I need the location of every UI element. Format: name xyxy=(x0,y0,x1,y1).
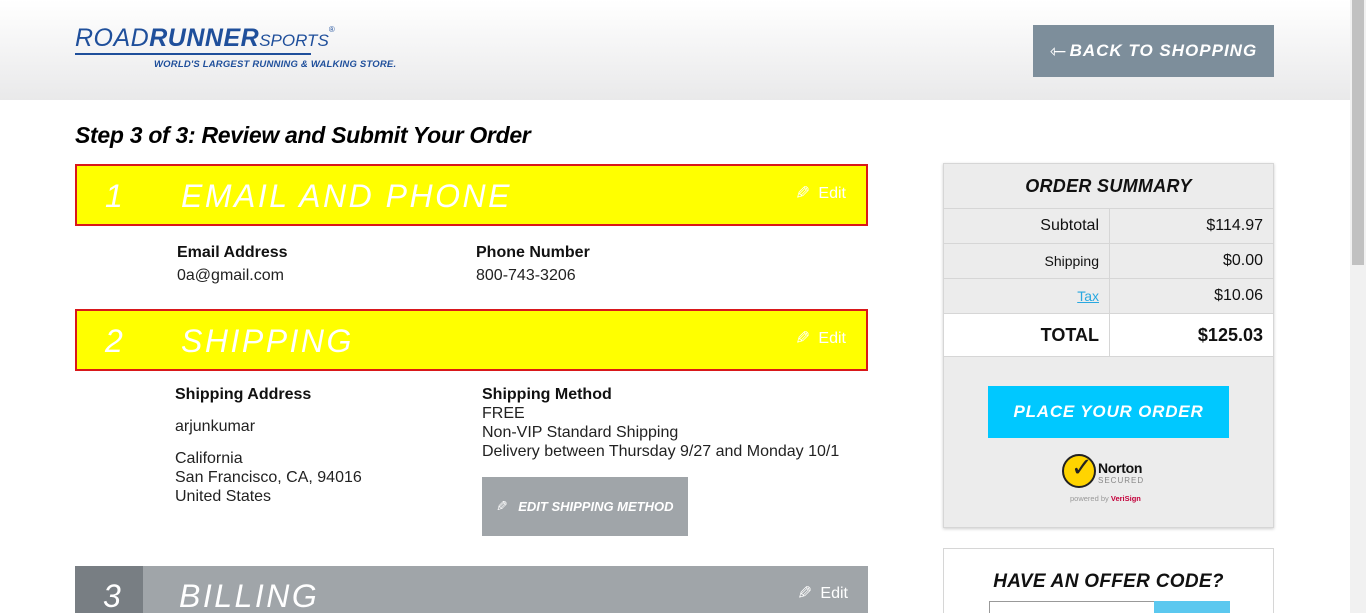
total-value: $125.03 xyxy=(1197,324,1263,345)
edit-label: Edit xyxy=(818,329,846,347)
site-header: ROADRUNNERSPORTS® WORLD'S LARGEST RUNNIN… xyxy=(0,0,1350,100)
order-summary-title: ORDER SUMMARY xyxy=(944,164,1273,209)
offer-code-apply-button[interactable] xyxy=(1154,601,1230,613)
shipping-method-price: FREE xyxy=(482,405,525,422)
logo-underline xyxy=(75,53,311,55)
section-number: 1 xyxy=(105,178,123,214)
shipping-method-label: Shipping Method xyxy=(482,386,612,403)
logo-road-text: ROAD xyxy=(75,24,150,52)
norton-check-icon: ✓ xyxy=(1062,452,1096,488)
section-number: 2 xyxy=(105,323,123,359)
edit-shipping-method-label: EDIT SHIPPING METHOD xyxy=(518,499,674,514)
edit-label: Edit xyxy=(820,584,848,602)
section-title: BILLING xyxy=(179,578,320,613)
pencil-icon: ✎ xyxy=(496,498,509,514)
summary-row-tax: Tax $10.06 xyxy=(944,279,1273,314)
logo-registered-mark: ® xyxy=(328,25,335,34)
section-title: EMAIL AND PHONE xyxy=(181,178,512,214)
order-summary-panel: ORDER SUMMARY Subtotal $114.97 Shipping … xyxy=(943,163,1274,528)
shipping-address-line2: San Francisco, CA, 94016 xyxy=(175,469,362,486)
subtotal-value: $114.97 xyxy=(1206,217,1263,234)
back-to-shopping-label: BACK TO SHOPPING xyxy=(1069,41,1258,60)
pencil-icon: ✎ xyxy=(795,183,811,203)
total-label: TOTAL xyxy=(944,314,1110,356)
arrow-left-icon: ⇽ xyxy=(1049,40,1068,63)
summary-row-shipping: Shipping $0.00 xyxy=(944,244,1273,279)
scrollbar-thumb[interactable] xyxy=(1352,0,1364,265)
roadrunner-logo[interactable]: ROADRUNNERSPORTS® WORLD'S LARGEST RUNNIN… xyxy=(75,26,396,70)
section-email-phone-header: 1 EMAIL AND PHONE ✎ Edit xyxy=(75,164,868,226)
logo-sports-text: SPORTS xyxy=(259,31,329,50)
pencil-icon: ✎ xyxy=(797,583,813,603)
phone-value: 800-743-3206 xyxy=(476,267,576,284)
edit-shipping-button[interactable]: ✎ Edit xyxy=(795,328,846,349)
edit-email-phone-button[interactable]: ✎ Edit xyxy=(795,183,846,204)
page-title: Step 3 of 3: Review and Submit Your Orde… xyxy=(75,122,531,148)
email-value: 0a@gmail.com xyxy=(177,267,284,284)
offer-code-panel: HAVE AN OFFER CODE? xyxy=(943,548,1274,613)
section-shipping-header: 2 SHIPPING ✎ Edit xyxy=(75,309,868,371)
page-scrollbar[interactable] xyxy=(1350,0,1366,613)
pencil-icon: ✎ xyxy=(795,328,811,348)
back-to-shopping-button[interactable]: ⇽ BACK TO SHOPPING xyxy=(1033,25,1274,77)
offer-code-title: HAVE AN OFFER CODE? xyxy=(993,571,1224,592)
offer-code-input[interactable] xyxy=(989,601,1155,613)
subtotal-label: Subtotal xyxy=(944,209,1110,243)
section-billing-header: 3 BILLING ✎ Edit xyxy=(75,566,868,613)
shipping-address-line1: California xyxy=(175,450,243,467)
shipping-address-line3: United States xyxy=(175,488,272,505)
summary-row-total: TOTAL $125.03 xyxy=(944,314,1273,357)
norton-secured-text: SECURED xyxy=(1098,476,1145,485)
phone-label: Phone Number xyxy=(476,244,590,261)
email-label: Email Address xyxy=(177,244,288,261)
shipping-cost-label: Shipping xyxy=(944,244,1110,278)
edit-label: Edit xyxy=(818,184,846,202)
logo-runner-text: RUNNER xyxy=(149,24,260,52)
section-title: SHIPPING xyxy=(181,323,354,359)
place-order-button[interactable]: PLACE YOUR ORDER xyxy=(988,386,1229,438)
shipping-delivery-window: Delivery between Thursday 9/27 and Monda… xyxy=(482,443,840,460)
tax-value: $10.06 xyxy=(1214,287,1263,304)
summary-row-subtotal: Subtotal $114.97 xyxy=(944,209,1273,244)
shipping-method-name: Non-VIP Standard Shipping xyxy=(482,424,679,441)
edit-billing-button[interactable]: ✎ Edit xyxy=(797,583,848,604)
norton-powered-by: powered by VeriSign xyxy=(1070,494,1141,503)
section-number: 3 xyxy=(103,578,121,613)
edit-shipping-method-button[interactable]: ✎ EDIT SHIPPING METHOD xyxy=(482,477,688,536)
shipping-cost-value: $0.00 xyxy=(1222,252,1263,269)
norton-name: Norton xyxy=(1098,460,1143,476)
logo-tagline: WORLD'S LARGEST RUNNING & WALKING STORE. xyxy=(154,59,397,70)
norton-secured-badge[interactable]: ✓ Norton SECURED powered by VeriSign xyxy=(1062,452,1162,507)
shipping-address-label: Shipping Address xyxy=(175,386,312,403)
shipping-name: arjunkumar xyxy=(175,418,256,435)
tax-link[interactable]: Tax xyxy=(1077,288,1099,304)
